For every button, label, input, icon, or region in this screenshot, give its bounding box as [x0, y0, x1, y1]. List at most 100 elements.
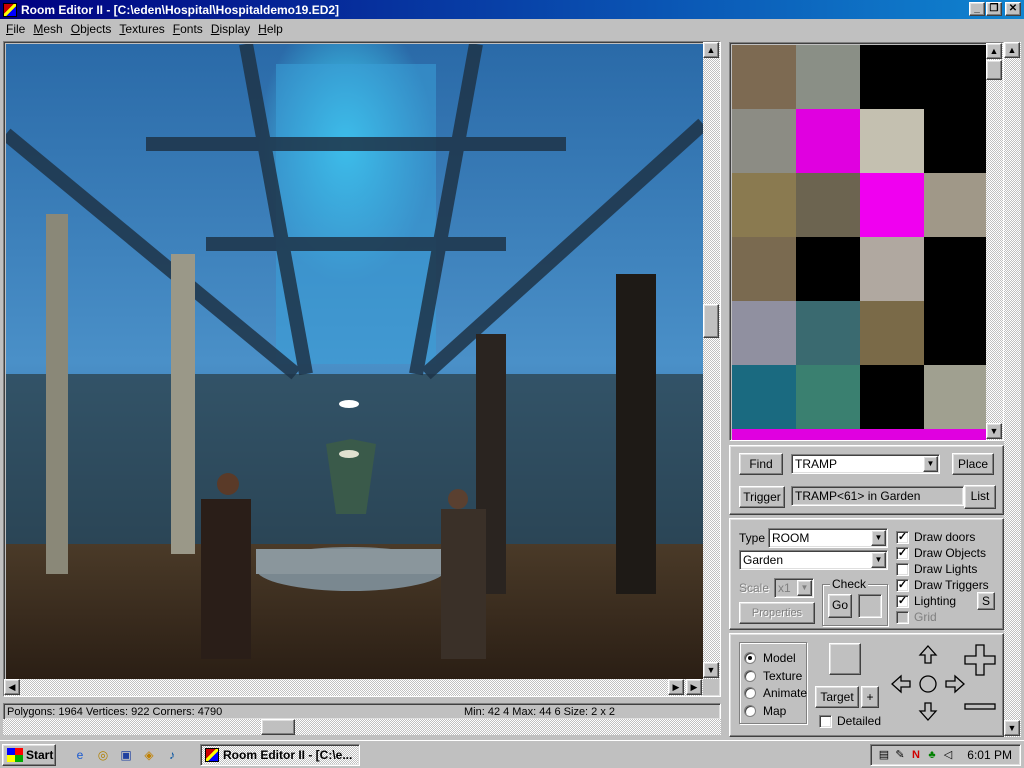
- 3d-viewport[interactable]: [6, 44, 703, 681]
- texture-vscroll[interactable]: ▲ ▼: [986, 43, 1003, 440]
- draw-doors-box[interactable]: ✓: [896, 530, 909, 544]
- texture-tile[interactable]: [924, 173, 988, 237]
- place-button[interactable]: Place: [952, 453, 994, 475]
- panel-scroll-down-arrow[interactable]: ▼: [1004, 720, 1020, 736]
- find-combo-arrow[interactable]: ▼: [923, 456, 938, 472]
- animate-radio[interactable]: Animate: [744, 686, 807, 700]
- texture-scroll-up-arrow[interactable]: ▲: [986, 43, 1002, 59]
- texture-tile[interactable]: [732, 301, 796, 365]
- texture-tile[interactable]: [796, 45, 860, 109]
- app-icon[interactable]: [3, 2, 17, 17]
- panel-vscroll[interactable]: ▲ ▼: [1004, 42, 1021, 737]
- menu-mesh[interactable]: Mesh: [29, 22, 66, 36]
- type-combo-arrow[interactable]: ▼: [871, 530, 886, 546]
- map-radio[interactable]: Map: [744, 704, 786, 718]
- texture-tile[interactable]: [796, 173, 860, 237]
- texture-tile[interactable]: [732, 237, 796, 301]
- texture-radio-dot[interactable]: [744, 670, 756, 682]
- tray-network-icon[interactable]: ▤: [877, 748, 891, 762]
- texture-tile[interactable]: [924, 429, 988, 440]
- texture-tile[interactable]: [732, 173, 796, 237]
- trigger-button[interactable]: Trigger: [739, 486, 785, 508]
- restore-button[interactable]: ❐: [986, 2, 1002, 16]
- texture-tile[interactable]: [732, 365, 796, 429]
- draw-lights-checkbox[interactable]: Draw Lights: [896, 562, 977, 576]
- animate-radio-dot[interactable]: [744, 687, 756, 699]
- draw-triggers-checkbox[interactable]: ✓ Draw Triggers: [896, 578, 989, 592]
- scroll-right-end-arrow[interactable]: ▶: [686, 679, 702, 695]
- grid-checkbox[interactable]: Grid: [896, 610, 937, 624]
- texture-tile[interactable]: [860, 301, 924, 365]
- tray-shield-icon[interactable]: ♣: [925, 748, 939, 762]
- menu-help[interactable]: Help: [254, 22, 287, 36]
- find-combo[interactable]: TRAMP ▼: [791, 454, 940, 474]
- status-hscroll[interactable]: [3, 719, 721, 735]
- texture-tile[interactable]: [860, 45, 924, 109]
- texture-tile[interactable]: [732, 45, 796, 109]
- model-radio-dot[interactable]: [744, 652, 756, 664]
- grid-box[interactable]: [896, 610, 909, 624]
- target-preview-box[interactable]: [829, 643, 861, 675]
- scroll-down-arrow[interactable]: ▼: [703, 662, 719, 678]
- draw-objects-box[interactable]: ✓: [896, 546, 909, 560]
- outlook-express-icon[interactable]: ◎: [95, 747, 111, 763]
- properties-button[interactable]: Properties: [739, 602, 815, 624]
- detailed-checkbox[interactable]: Detailed: [819, 714, 881, 728]
- status-hscroll-thumb[interactable]: [261, 719, 295, 735]
- draw-doors-checkbox[interactable]: ✓ Draw doors: [896, 530, 975, 544]
- type-combo[interactable]: ROOM ▼: [768, 528, 888, 548]
- texture-tile[interactable]: [924, 109, 988, 173]
- title-bar[interactable]: Room Editor II - [C:\eden\Hospital\Hospi…: [0, 0, 1024, 19]
- texture-tile[interactable]: [732, 429, 796, 440]
- zoom-in-icon[interactable]: [963, 643, 997, 677]
- tray-norton-icon[interactable]: N: [909, 748, 923, 762]
- scroll-right-arrow[interactable]: ▶: [668, 679, 684, 695]
- texture-tile[interactable]: [796, 109, 860, 173]
- texture-tile[interactable]: [796, 365, 860, 429]
- scale-combo[interactable]: x1 ▼: [774, 578, 814, 598]
- scroll-up-arrow[interactable]: ▲: [703, 42, 719, 58]
- lighting-box[interactable]: ✓: [896, 594, 909, 608]
- tray-tool-icon[interactable]: ✎: [893, 748, 907, 762]
- model-radio[interactable]: Model: [744, 651, 796, 665]
- target-button[interactable]: Target: [815, 686, 859, 708]
- room-combo-arrow[interactable]: ▼: [871, 552, 886, 568]
- start-button[interactable]: Start: [2, 744, 56, 766]
- texture-tile[interactable]: [924, 237, 988, 301]
- map-radio-dot[interactable]: [744, 705, 756, 717]
- task-room-editor[interactable]: Room Editor II - [C:\e...: [200, 744, 360, 766]
- texture-tile[interactable]: [860, 109, 924, 173]
- room-combo[interactable]: Garden ▼: [739, 550, 888, 570]
- media-icon[interactable]: ♪: [164, 747, 180, 763]
- show-desktop-icon[interactable]: ▣: [118, 747, 134, 763]
- draw-lights-box[interactable]: [896, 562, 909, 576]
- texture-tile[interactable]: [860, 173, 924, 237]
- texture-tile[interactable]: [796, 429, 860, 440]
- menu-textures[interactable]: Textures: [115, 22, 168, 36]
- texture-radio[interactable]: Texture: [744, 669, 802, 683]
- lighting-checkbox[interactable]: ✓ Lighting: [896, 594, 956, 608]
- find-button[interactable]: Find: [739, 453, 783, 475]
- close-button[interactable]: ✕: [1005, 2, 1021, 16]
- s-button[interactable]: S: [977, 592, 995, 610]
- target-plus-button[interactable]: +: [861, 686, 879, 708]
- menu-fonts[interactable]: Fonts: [169, 22, 207, 36]
- go-button[interactable]: Go: [828, 594, 852, 618]
- scale-combo-arrow[interactable]: ▼: [797, 580, 812, 596]
- minimize-button[interactable]: _: [969, 2, 985, 16]
- texture-tile[interactable]: [796, 237, 860, 301]
- clock[interactable]: 6:01 PM: [967, 748, 1012, 762]
- menu-display[interactable]: Display: [207, 22, 254, 36]
- texture-tile[interactable]: [924, 45, 988, 109]
- viewport-vscroll[interactable]: ▲ ▼: [703, 42, 720, 679]
- viewport-vscroll-thumb[interactable]: [703, 304, 719, 338]
- zoom-out-icon[interactable]: [963, 702, 997, 712]
- tray-volume-icon[interactable]: ◁: [941, 748, 955, 762]
- texture-grid[interactable]: [732, 45, 988, 440]
- texture-scroll-down-arrow[interactable]: ▼: [986, 423, 1002, 439]
- panel-scroll-up-arrow[interactable]: ▲: [1004, 42, 1020, 58]
- draw-objects-checkbox[interactable]: ✓ Draw Objects: [896, 546, 986, 560]
- texture-tile[interactable]: [860, 429, 924, 440]
- menu-file[interactable]: File: [2, 22, 29, 36]
- viewport-hscroll[interactable]: ◀ ▶ ▶: [4, 679, 703, 696]
